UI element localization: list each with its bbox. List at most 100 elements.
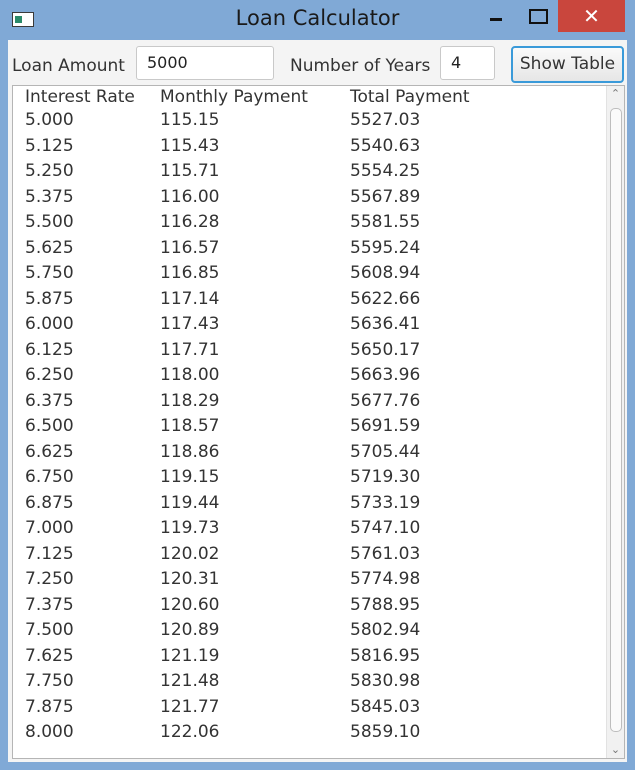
cell-interest-rate: 6.250 — [25, 365, 74, 385]
cell-interest-rate: 7.375 — [25, 594, 74, 615]
table-row: 6.625 118.86 5705.44 — [13, 442, 603, 467]
header-interest-rate: Interest Rate — [25, 87, 135, 107]
cell-interest-rate: 5.250 — [25, 161, 74, 181]
cell-monthly-payment: 118.57 — [160, 416, 220, 436]
cell-interest-rate: 7.000 — [25, 518, 74, 538]
cell-monthly-payment: 121.19 — [160, 645, 220, 666]
cell-total-payment: 5719.30 — [350, 467, 421, 487]
table-row: 7.375 120.60 5788.95 — [13, 595, 603, 620]
cell-monthly-payment: 119.15 — [160, 467, 220, 487]
cell-total-payment: 5845.03 — [350, 696, 421, 717]
cell-monthly-payment: 116.85 — [160, 263, 220, 283]
table-row: 5.875 117.14 5622.66 — [13, 289, 603, 314]
cell-total-payment: 5733.19 — [350, 492, 421, 513]
table-row: 7.750 121.48 5830.98 — [13, 671, 603, 696]
table-row: 7.500 120.89 5802.94 — [13, 620, 603, 645]
cell-total-payment: 5540.63 — [350, 135, 421, 156]
cell-monthly-payment: 120.31 — [160, 569, 220, 589]
maximize-button[interactable] — [520, 0, 554, 32]
loan-amount-label: Loan Amount — [12, 56, 125, 76]
table-row: 7.125 120.02 5761.03 — [13, 544, 603, 569]
table-row: 6.000 117.43 5636.41 — [13, 314, 603, 339]
cell-monthly-payment: 121.48 — [160, 671, 220, 691]
cell-total-payment: 5830.98 — [350, 671, 421, 691]
table-row: 5.000 115.15 5527.03 — [13, 110, 603, 135]
cell-monthly-payment: 118.00 — [160, 365, 220, 385]
table-row: 7.875 121.77 5845.03 — [13, 697, 603, 722]
cell-total-payment: 5554.25 — [350, 161, 421, 181]
years-label: Number of Years — [290, 56, 431, 76]
table-row: 5.750 116.85 5608.94 — [13, 263, 603, 288]
minimize-button[interactable] — [476, 0, 514, 32]
cell-total-payment: 5802.94 — [350, 620, 421, 640]
cell-total-payment: 5774.98 — [350, 569, 421, 589]
cell-monthly-payment: 119.73 — [160, 518, 220, 538]
results-table[interactable]: Interest Rate Monthly Payment Total Paym… — [12, 85, 625, 759]
cell-total-payment: 5859.10 — [350, 722, 421, 742]
close-button[interactable]: ✕ — [558, 0, 625, 32]
table-row: 5.500 116.28 5581.55 — [13, 212, 603, 237]
title-bar[interactable]: Loan Calculator ✕ — [0, 0, 635, 40]
cell-interest-rate: 5.125 — [25, 135, 74, 156]
table-header: Interest Rate Monthly Payment Total Paym… — [13, 86, 603, 108]
cell-total-payment: 5650.17 — [350, 339, 421, 360]
show-table-button[interactable]: Show Table — [511, 46, 624, 83]
cell-monthly-payment: 118.86 — [160, 441, 220, 462]
scroll-thumb[interactable] — [610, 108, 622, 732]
vertical-scrollbar[interactable]: ⌃ ⌄ — [606, 86, 624, 758]
cell-total-payment: 5761.03 — [350, 543, 421, 564]
table-row: 6.500 118.57 5691.59 — [13, 416, 603, 441]
close-icon: ✕ — [583, 4, 600, 28]
cell-interest-rate: 5.500 — [25, 212, 74, 232]
cell-interest-rate: 8.000 — [25, 722, 74, 742]
cell-interest-rate: 7.875 — [25, 696, 74, 717]
cell-interest-rate: 6.125 — [25, 339, 74, 360]
scroll-down-icon[interactable]: ⌄ — [607, 742, 624, 758]
cell-interest-rate: 6.875 — [25, 492, 74, 513]
table-row: 5.250 115.71 5554.25 — [13, 161, 603, 186]
cell-monthly-payment: 119.44 — [160, 492, 220, 513]
loan-amount-input[interactable]: 5000 — [136, 46, 274, 80]
table-row: 6.250 118.00 5663.96 — [13, 365, 603, 390]
years-input[interactable]: 4 — [440, 46, 495, 80]
table-row: 6.875 119.44 5733.19 — [13, 493, 603, 518]
table-row: 6.750 119.15 5719.30 — [13, 467, 603, 492]
cell-interest-rate: 5.375 — [25, 186, 74, 207]
table-row: 5.625 116.57 5595.24 — [13, 238, 603, 263]
cell-monthly-payment: 121.77 — [160, 696, 220, 717]
cell-interest-rate: 6.375 — [25, 390, 74, 411]
table-row: 7.000 119.73 5747.10 — [13, 518, 603, 543]
cell-interest-rate: 5.625 — [25, 237, 74, 258]
cell-interest-rate: 5.750 — [25, 263, 74, 283]
cell-monthly-payment: 117.14 — [160, 288, 220, 309]
table-row: 7.250 120.31 5774.98 — [13, 569, 603, 594]
scroll-up-icon[interactable]: ⌃ — [607, 86, 624, 102]
table-row: 5.125 115.43 5540.63 — [13, 136, 603, 161]
input-toolbar: Loan Amount 5000 Number of Years 4 Show … — [8, 40, 627, 86]
minimize-icon — [490, 18, 502, 21]
cell-interest-rate: 5.875 — [25, 288, 74, 309]
cell-monthly-payment: 116.57 — [160, 237, 220, 258]
cell-monthly-payment: 122.06 — [160, 722, 220, 742]
cell-total-payment: 5816.95 — [350, 645, 421, 666]
table-row: 8.000 122.06 5859.10 — [13, 722, 603, 747]
cell-interest-rate: 6.500 — [25, 416, 74, 436]
table-row: 6.375 118.29 5677.76 — [13, 391, 603, 416]
cell-interest-rate: 6.750 — [25, 467, 74, 487]
table-row: 7.625 121.19 5816.95 — [13, 646, 603, 671]
table-row: 5.375 116.00 5567.89 — [13, 187, 603, 212]
table-row: 6.125 117.71 5650.17 — [13, 340, 603, 365]
cell-interest-rate: 7.500 — [25, 620, 74, 640]
cell-monthly-payment: 116.28 — [160, 212, 220, 232]
cell-monthly-payment: 118.29 — [160, 390, 220, 411]
cell-total-payment: 5527.03 — [350, 110, 421, 130]
cell-interest-rate: 7.125 — [25, 543, 74, 564]
cell-interest-rate: 6.000 — [25, 314, 74, 334]
cell-interest-rate: 6.625 — [25, 441, 74, 462]
cell-total-payment: 5705.44 — [350, 441, 421, 462]
cell-total-payment: 5622.66 — [350, 288, 421, 309]
cell-total-payment: 5677.76 — [350, 390, 421, 411]
cell-total-payment: 5567.89 — [350, 186, 421, 207]
cell-monthly-payment: 115.43 — [160, 135, 220, 156]
cell-monthly-payment: 115.71 — [160, 161, 220, 181]
